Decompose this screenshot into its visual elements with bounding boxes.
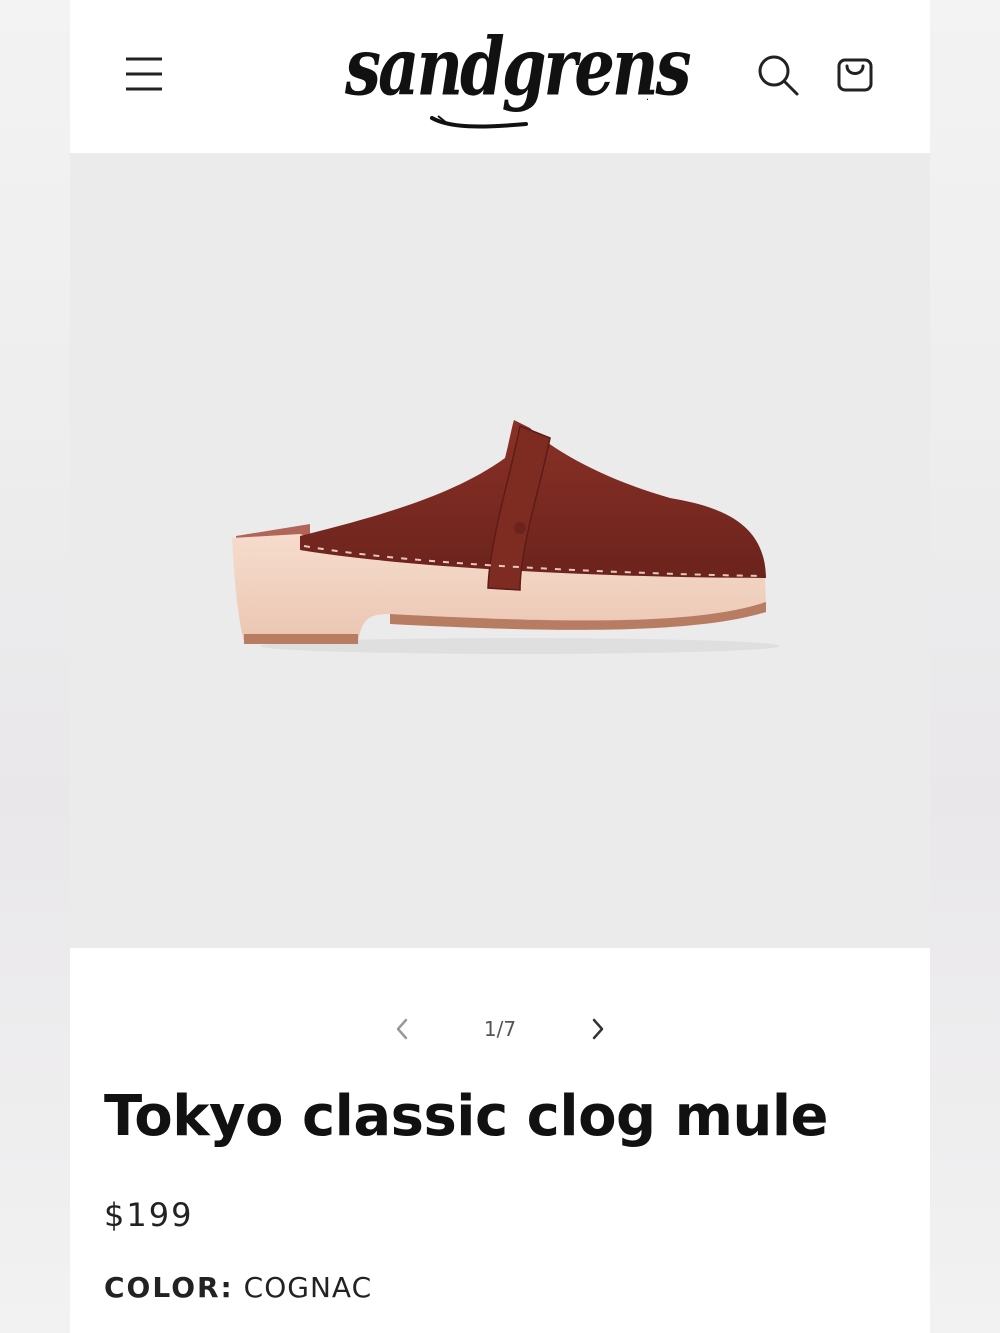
backdrop-right [930,0,1000,1333]
next-image-button[interactable] [582,1014,612,1044]
backdrop-left [0,0,70,1333]
product-price: $199 [104,1196,194,1234]
product-color: COLOR: COGNAC [104,1268,372,1308]
cart-button[interactable] [833,52,879,98]
site-header: sandgrens . [70,0,930,153]
product-page: sandgrens . 1/7 Tokyo classic clog mule … [70,0,930,1333]
brand-logo[interactable]: sandgrens . [345,18,692,133]
search-icon [758,55,799,96]
previous-image-button[interactable] [388,1014,418,1044]
product-image-gallery[interactable] [70,153,930,948]
logo-wordmark: sandgrens [345,20,692,115]
logo-registered-mark: . [645,92,649,103]
chevron-left-icon [396,1018,408,1040]
gallery-pagination: 1/7 [70,1006,930,1050]
color-label: COLOR: [104,1271,234,1304]
search-button[interactable] [755,52,801,98]
chevron-right-icon [592,1018,604,1040]
menu-button[interactable] [122,52,166,96]
image-counter: 1/7 [483,1017,517,1041]
shopping-bag-icon [837,58,873,92]
product-image-clog [232,420,780,654]
color-value: COGNAC [243,1271,373,1304]
logo-swash-graphic [430,115,528,129]
hamburger-menu-icon [126,57,162,91]
product-title: Tokyo classic clog mule [104,1084,829,1149]
